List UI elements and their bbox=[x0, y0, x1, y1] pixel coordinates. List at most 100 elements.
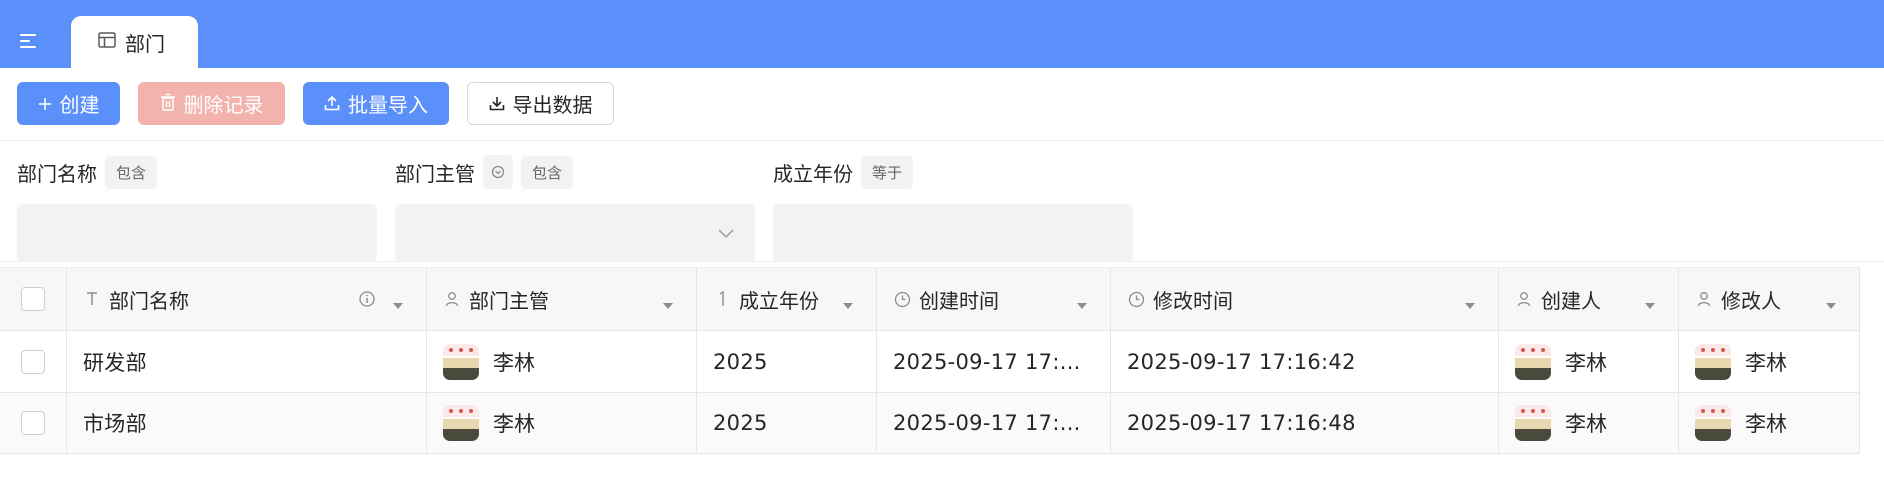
table-row[interactable]: 市场部 李林 2025 2025-09-17 17:... 2025-09-17… bbox=[0, 393, 1860, 454]
cell-founding-year[interactable]: 2025 bbox=[697, 331, 877, 392]
clock-icon bbox=[1127, 290, 1145, 308]
row-select-cell bbox=[0, 393, 67, 453]
cell-department-name[interactable]: 研发部 bbox=[67, 331, 427, 392]
column-label: 创建时间 bbox=[919, 288, 999, 313]
column-header-department-name[interactable]: 部门名称 bbox=[67, 268, 427, 330]
column-header-created-at[interactable]: 创建时间 bbox=[877, 268, 1111, 330]
department-manager-filter-select[interactable] bbox=[395, 204, 755, 262]
cell-created-at[interactable]: 2025-09-17 17:... bbox=[877, 393, 1111, 453]
avatar bbox=[1515, 405, 1551, 441]
user-icon bbox=[1695, 290, 1713, 308]
column-header-modifier[interactable]: 修改人 bbox=[1679, 268, 1860, 330]
caret-down-icon[interactable] bbox=[392, 295, 404, 314]
batch-import-button-label: 批量导入 bbox=[348, 93, 428, 117]
user-name: 李林 bbox=[493, 412, 535, 436]
caret-down-icon[interactable] bbox=[842, 295, 854, 314]
avatar bbox=[443, 405, 479, 441]
text-type-icon bbox=[83, 290, 101, 308]
info-icon[interactable] bbox=[358, 290, 376, 312]
filter-label: 部门名称 bbox=[17, 161, 97, 186]
select-all-checkbox[interactable] bbox=[21, 287, 45, 311]
cell-founding-year[interactable]: 2025 bbox=[697, 393, 877, 453]
founding-year-filter-input[interactable] bbox=[773, 204, 1133, 262]
caret-down-icon[interactable] bbox=[1825, 295, 1837, 314]
user-name: 李林 bbox=[1565, 412, 1607, 436]
caret-down-icon[interactable] bbox=[1076, 295, 1088, 314]
user-icon bbox=[443, 290, 461, 308]
cell-created-at[interactable]: 2025-09-17 17:... bbox=[877, 331, 1111, 392]
column-label: 成立年份 bbox=[739, 288, 819, 313]
column-label: 修改人 bbox=[1721, 288, 1781, 313]
user-name: 李林 bbox=[493, 350, 535, 375]
menu-icon[interactable] bbox=[20, 34, 38, 48]
column-label: 修改时间 bbox=[1153, 288, 1233, 313]
updated-at: 2025-09-17 17:16:48 bbox=[1127, 411, 1356, 435]
cell-updated-at[interactable]: 2025-09-17 17:16:42 bbox=[1111, 331, 1499, 392]
cell-manager[interactable]: 李林 bbox=[427, 331, 697, 392]
filter-department-name: 部门名称 包含 bbox=[17, 154, 377, 262]
toolbar: 创建 删除记录 批量导入 导出数据 bbox=[0, 68, 1884, 141]
delete-records-button[interactable]: 删除记录 bbox=[138, 82, 285, 125]
delete-records-button-label: 删除记录 bbox=[183, 93, 264, 117]
field-type-icon[interactable] bbox=[483, 155, 513, 189]
table-icon bbox=[98, 32, 116, 52]
filter-operator[interactable]: 等于 bbox=[861, 155, 914, 189]
plus-icon bbox=[38, 92, 52, 116]
row-select-cell bbox=[0, 331, 67, 392]
column-header-updated-at[interactable]: 修改时间 bbox=[1111, 268, 1499, 330]
filter-founding-year: 成立年份 等于 bbox=[773, 154, 1133, 262]
founding-year: 2025 bbox=[713, 411, 768, 435]
row-checkbox[interactable] bbox=[21, 411, 45, 435]
select-all-cell bbox=[0, 268, 67, 330]
cell-updated-at[interactable]: 2025-09-17 17:16:48 bbox=[1111, 393, 1499, 453]
filter-department-manager: 部门主管 包含 bbox=[395, 154, 755, 262]
table-row[interactable]: 研发部 李林 2025 2025-09-17 17:... 2025-09-17… bbox=[0, 331, 1860, 393]
caret-down-icon[interactable] bbox=[662, 295, 674, 314]
department-name: 市场部 bbox=[83, 412, 147, 436]
export-data-button-label: 导出数据 bbox=[512, 93, 593, 117]
cell-department-name[interactable]: 市场部 bbox=[67, 393, 427, 453]
tab-label: 部门 bbox=[125, 31, 165, 56]
export-data-button[interactable]: 导出数据 bbox=[467, 82, 614, 125]
department-name: 研发部 bbox=[83, 350, 147, 375]
user-name: 李林 bbox=[1745, 350, 1787, 375]
user-name: 李林 bbox=[1565, 350, 1607, 375]
create-button[interactable]: 创建 bbox=[17, 82, 120, 125]
cell-manager[interactable]: 李林 bbox=[427, 393, 697, 453]
create-button-label: 创建 bbox=[59, 93, 100, 117]
chevron-down-icon bbox=[717, 224, 735, 243]
caret-down-icon[interactable] bbox=[1464, 295, 1476, 314]
column-label: 部门主管 bbox=[469, 288, 549, 313]
created-at: 2025-09-17 17:... bbox=[893, 349, 1081, 374]
top-bar: 部门 bbox=[0, 0, 1884, 68]
filter-label: 成立年份 bbox=[773, 161, 853, 186]
created-at: 2025-09-17 17:... bbox=[893, 411, 1081, 435]
cell-modifier[interactable]: 李林 bbox=[1679, 331, 1860, 392]
updated-at: 2025-09-17 17:16:42 bbox=[1127, 349, 1356, 374]
cell-creator[interactable]: 李林 bbox=[1499, 331, 1679, 392]
tab-department[interactable]: 部门 bbox=[71, 16, 198, 68]
clock-icon bbox=[893, 290, 911, 308]
user-icon bbox=[1515, 290, 1533, 308]
column-header-creator[interactable]: 创建人 bbox=[1499, 268, 1679, 330]
trash-icon bbox=[160, 92, 176, 116]
avatar bbox=[1695, 343, 1731, 380]
cell-modifier[interactable]: 李林 bbox=[1679, 393, 1860, 453]
download-icon bbox=[489, 92, 505, 116]
founding-year: 2025 bbox=[713, 349, 768, 374]
department-name-filter-input[interactable] bbox=[17, 204, 377, 262]
table-header-row: 部门名称 部门主管 成立年份 创建时间 修改时间 创建人 修改人 bbox=[0, 267, 1860, 331]
column-header-department-manager[interactable]: 部门主管 bbox=[427, 268, 697, 330]
filter-bar: 部门名称 包含 部门主管 包含 成立年份 等于 bbox=[0, 142, 1884, 262]
avatar bbox=[1695, 405, 1731, 441]
row-checkbox[interactable] bbox=[21, 349, 45, 374]
cell-creator[interactable]: 李林 bbox=[1499, 393, 1679, 453]
column-header-founding-year[interactable]: 成立年份 bbox=[697, 268, 877, 330]
filter-operator[interactable]: 包含 bbox=[105, 155, 158, 189]
batch-import-button[interactable]: 批量导入 bbox=[303, 82, 449, 125]
avatar bbox=[1515, 343, 1551, 380]
caret-down-icon[interactable] bbox=[1644, 295, 1656, 314]
filter-operator[interactable]: 包含 bbox=[521, 155, 574, 189]
column-label: 创建人 bbox=[1541, 288, 1601, 313]
column-label: 部门名称 bbox=[109, 288, 189, 313]
